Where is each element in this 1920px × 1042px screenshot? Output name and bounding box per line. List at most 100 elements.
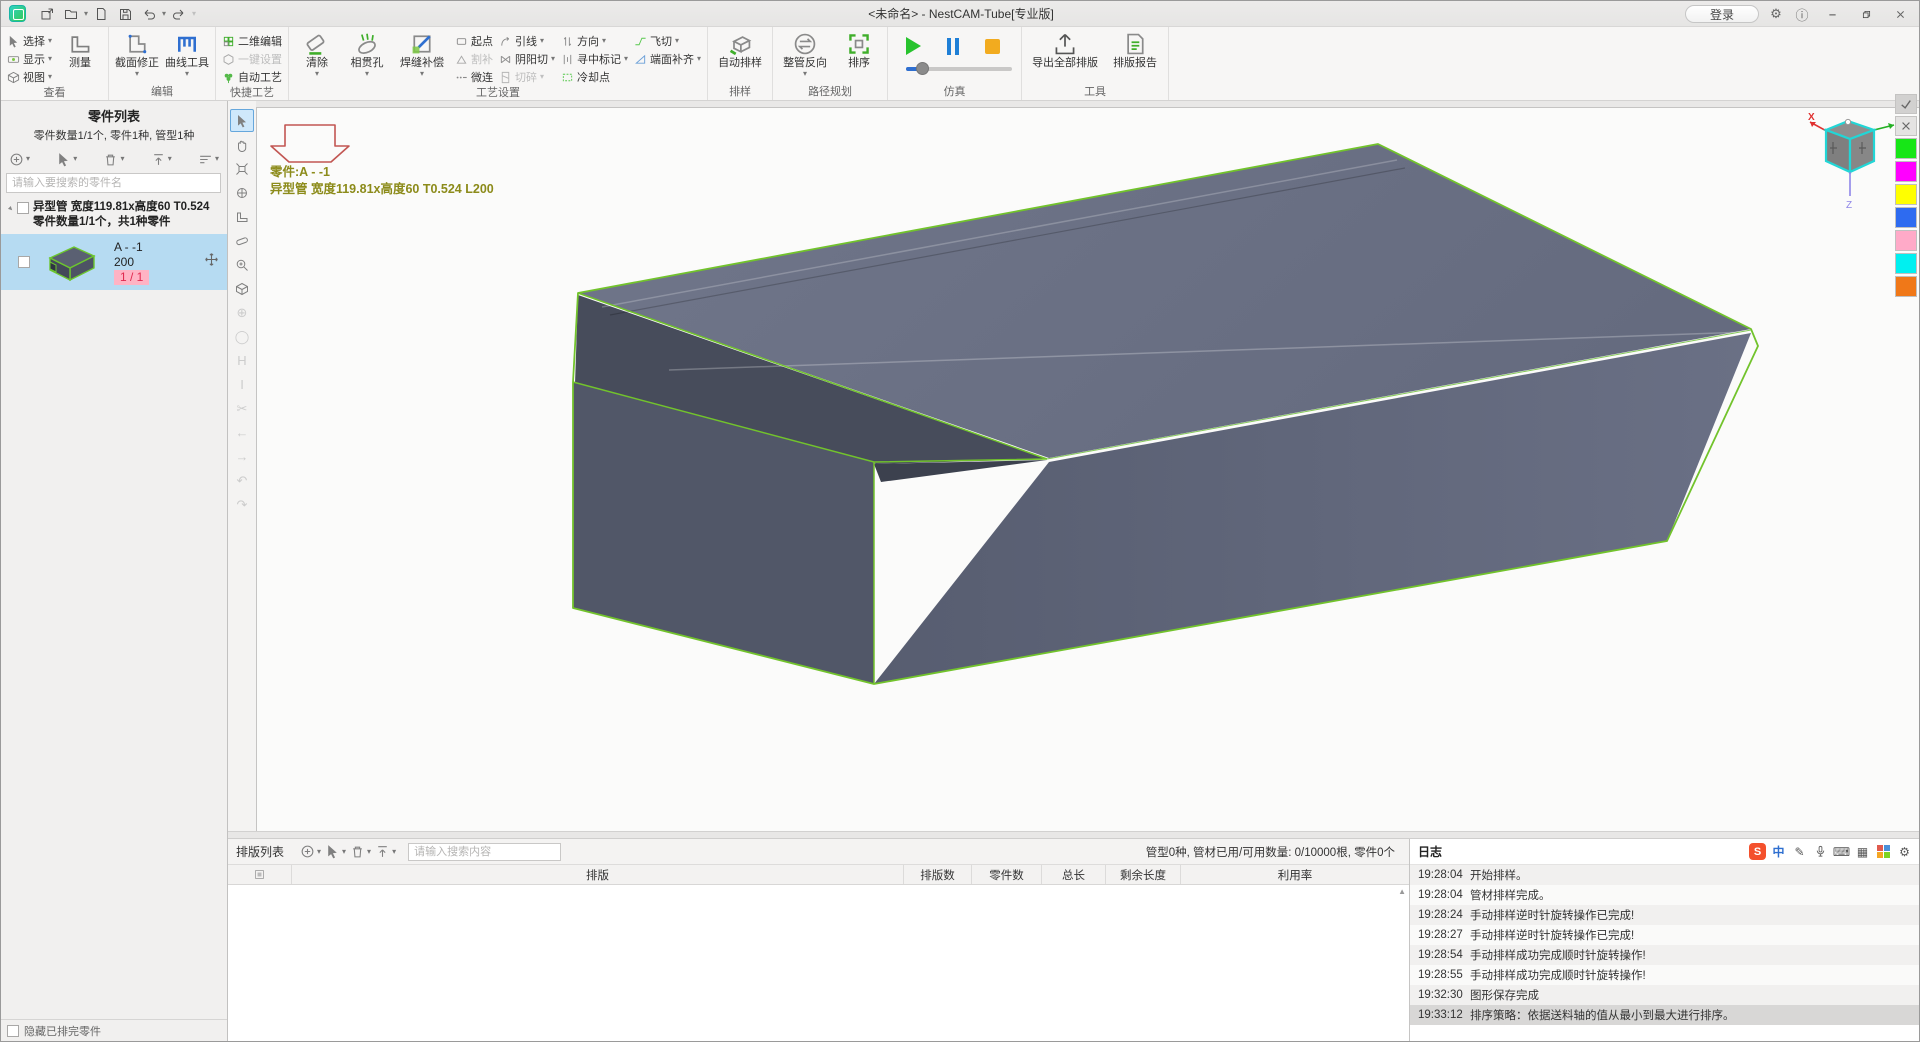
nest-delete-button[interactable]: ▾	[350, 844, 371, 859]
open-file-button[interactable]	[60, 4, 82, 24]
end-face-align-button[interactable]: 端面补齐▾	[632, 50, 703, 68]
expander-icon[interactable]: ▸	[6, 204, 15, 213]
sort-button[interactable]: 排序	[835, 29, 883, 70]
skin-grid-icon[interactable]	[1875, 843, 1892, 860]
hide-finished-checkbox[interactable]	[7, 1025, 19, 1037]
nest-search-input[interactable]	[408, 843, 561, 861]
view-menu-button[interactable]: 视图▾	[5, 68, 54, 86]
group-checkbox[interactable]	[17, 202, 29, 214]
view-cube[interactable]: X Z	[1802, 108, 1902, 212]
tube-reverse-button[interactable]: 整管反向▾	[777, 29, 833, 78]
minimize-button[interactable]	[1819, 4, 1845, 24]
center-mark-button[interactable]: 寻中标记▾	[559, 50, 630, 68]
pierce-hole-button[interactable]: 相贯孔▾	[343, 29, 391, 78]
sim-stop-button[interactable]	[985, 39, 1000, 54]
color-swatch-orange[interactable]	[1895, 276, 1917, 297]
undo-button[interactable]	[138, 4, 160, 24]
open-file-caret-icon[interactable]: ▾	[84, 10, 88, 18]
move-top-button[interactable]: ▾	[151, 152, 172, 167]
color-swatch-cyan[interactable]	[1895, 253, 1917, 274]
curve-tools-button[interactable]: 曲线工具▾	[163, 29, 211, 78]
log-entry[interactable]: 19:28:24手动排样逆时针旋转操作已完成!	[1410, 905, 1919, 925]
log-entry[interactable]: 19:32:30图形保存完成	[1410, 985, 1919, 1005]
select-tool-button[interactable]	[230, 109, 254, 132]
log-entry[interactable]: 19:28:54手动排样成功完成顺时针旋转操作!	[1410, 945, 1919, 965]
display-button[interactable]: 显示▾	[5, 50, 54, 68]
sim-play-button[interactable]	[906, 37, 921, 55]
mic-icon[interactable]	[1812, 843, 1829, 860]
panel-icon[interactable]: ▦	[1854, 843, 1871, 860]
clear-button[interactable]: 清除▾	[293, 29, 341, 78]
part-3d-model[interactable]	[257, 108, 1920, 832]
hide-finished-row[interactable]: 隐藏已排完零件	[1, 1019, 227, 1041]
parts-search-input[interactable]	[6, 173, 221, 193]
auto-process-button[interactable]: 自动工艺	[220, 68, 284, 86]
section-fix-button[interactable]: 截面修正▾	[113, 29, 161, 78]
zoom-extents-button[interactable]	[230, 181, 254, 204]
chinese-mode-icon[interactable]: 中	[1770, 843, 1787, 860]
viewport-canvas[interactable]: 零件:A - -1 异型管 宽度119.81x高度60 T0.524 L200	[256, 107, 1919, 831]
nest-select-button[interactable]: ▾	[325, 844, 346, 859]
log-entry[interactable]: 19:28:55手动排样成功完成顺时针旋转操作!	[1410, 965, 1919, 985]
sort-parts-button[interactable]: ▾	[198, 152, 219, 167]
log-entry-selected[interactable]: 19:33:12排序策略：依据送料轴的值从最小到最大进行排序。	[1410, 1005, 1919, 1025]
new-file-button[interactable]	[90, 4, 112, 24]
select-part-button[interactable]: ▾	[56, 152, 77, 167]
part-list-item[interactable]: A - -1 200 1 / 1	[1, 234, 227, 290]
cancel-button[interactable]	[1895, 116, 1917, 136]
pan-tool-button[interactable]	[230, 133, 254, 156]
micro-joint-button[interactable]: 微连	[453, 68, 495, 86]
app-logo-icon[interactable]	[9, 5, 26, 22]
export-all-nest-button[interactable]: 导出全部排版	[1026, 29, 1104, 70]
log-entry[interactable]: 19:28:04开始排样。	[1410, 865, 1919, 885]
scroll-up-icon[interactable]: ▲	[1398, 887, 1406, 896]
info-icon[interactable]: ⓘ	[1793, 5, 1811, 24]
weld-compensation-button[interactable]: 焊缝补偿▾	[393, 29, 451, 78]
color-swatch-yellow[interactable]	[1895, 184, 1917, 205]
color-swatch-green[interactable]	[1895, 138, 1917, 159]
log-entry[interactable]: 19:28:04管材排样完成。	[1410, 885, 1919, 905]
direction-button[interactable]: 方向▾	[559, 32, 630, 50]
sogou-icon[interactable]: S	[1749, 843, 1766, 860]
delete-part-button[interactable]: ▾	[103, 152, 124, 167]
log-entry[interactable]: 19:28:27手动排样逆时针旋转操作已完成!	[1410, 925, 1919, 945]
close-button[interactable]	[1887, 4, 1913, 24]
auto-nest-button[interactable]: 自动排样	[712, 29, 768, 70]
undo-caret-icon[interactable]: ▾	[162, 10, 166, 18]
sim-speed-slider[interactable]	[906, 67, 1012, 71]
fit-view-button[interactable]	[230, 157, 254, 180]
color-swatch-blue[interactable]	[1895, 207, 1917, 228]
horizontal-splitter[interactable]	[228, 831, 1919, 839]
start-point-button[interactable]: 起点	[453, 32, 495, 50]
sim-slider-knob[interactable]	[916, 62, 929, 75]
cooling-point-button[interactable]: 冷却点	[559, 68, 630, 86]
color-swatch-pink[interactable]	[1895, 230, 1917, 251]
view-3d-button[interactable]	[230, 277, 254, 300]
add-part-button[interactable]: ▾	[9, 152, 30, 167]
new-window-button[interactable]	[36, 4, 58, 24]
nest-table-body[interactable]: ▲	[228, 885, 1409, 1041]
lead-line-button[interactable]: 引线▾	[497, 32, 557, 50]
measure-button[interactable]: 测量	[56, 29, 104, 70]
login-button[interactable]: 登录	[1685, 5, 1759, 23]
save-button[interactable]	[114, 4, 136, 24]
restore-button[interactable]	[1853, 4, 1879, 24]
part-group-node[interactable]: ▸ 异型管 宽度119.81x高度60 T0.524 零件数量1/1个，共1种零…	[1, 197, 227, 234]
nest-move-top-button[interactable]: ▾	[375, 844, 396, 859]
move-part-icon[interactable]	[204, 252, 219, 272]
yin-yang-cut-button[interactable]: 阴阳切▾	[497, 50, 557, 68]
select-button[interactable]: 选择▾	[5, 32, 54, 50]
part-checkbox[interactable]	[18, 256, 30, 268]
tube-view-button[interactable]	[230, 229, 254, 252]
select-all-cell[interactable]	[228, 865, 292, 884]
nest-report-button[interactable]: 排版报告	[1106, 29, 1164, 70]
nest-add-button[interactable]: ▾	[300, 844, 321, 859]
settings-gear-icon[interactable]: ⚙	[1767, 6, 1785, 22]
edit-2d-button[interactable]: 二维编辑	[220, 32, 284, 50]
color-swatch-magenta[interactable]	[1895, 161, 1917, 182]
handwrite-icon[interactable]: ✎	[1791, 843, 1808, 860]
fly-cut-button[interactable]: 飞切▾	[632, 32, 703, 50]
keyboard-icon[interactable]: ⌨	[1833, 843, 1850, 860]
ime-settings-icon[interactable]: ⚙	[1896, 843, 1913, 860]
sim-pause-button[interactable]	[947, 38, 959, 55]
